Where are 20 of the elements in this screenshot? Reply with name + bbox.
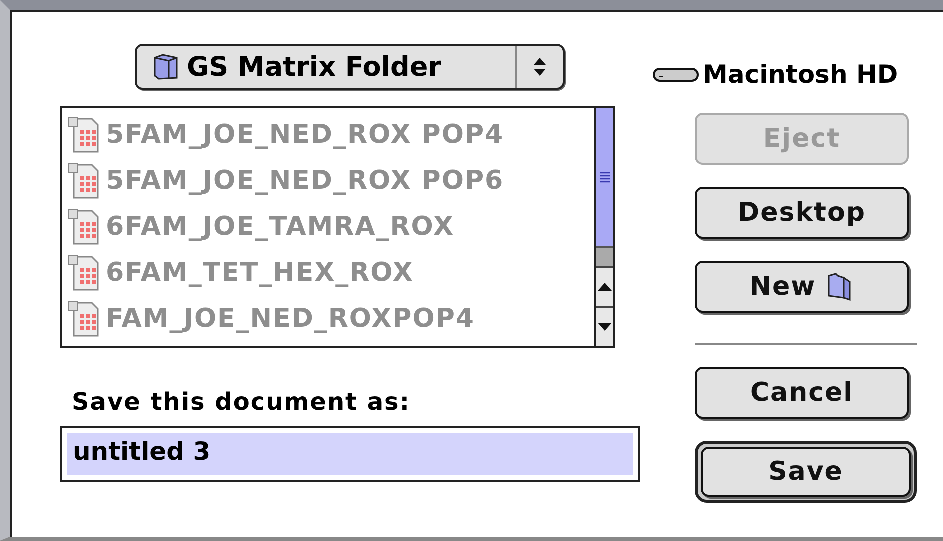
field-label: Save this document as: — [72, 388, 412, 416]
folder-popup-menu[interactable]: GS Matrix Folder — [135, 44, 565, 90]
scroll-down-button[interactable] — [596, 308, 613, 346]
scroll-thumb[interactable] — [596, 108, 613, 248]
scroll-up-button[interactable] — [596, 268, 613, 308]
dialog-button[interactable]: New — [695, 261, 909, 313]
dialog-button[interactable]: Cancel — [695, 367, 909, 419]
scrollbar[interactable] — [594, 108, 613, 346]
dialog-button[interactable]: Desktop — [695, 187, 909, 239]
save-button[interactable]: Save — [695, 441, 917, 503]
volume-name: Macintosh HD — [703, 60, 898, 89]
document-icon — [68, 162, 100, 200]
document-icon — [68, 254, 100, 292]
up-arrow-icon — [598, 282, 612, 292]
document-icon — [68, 300, 100, 338]
down-arrow-icon — [598, 322, 612, 332]
grip-icon — [598, 171, 610, 183]
document-icon — [68, 208, 100, 246]
document-icon — [68, 116, 100, 154]
file-name-field[interactable]: untitled 3 — [60, 426, 640, 482]
